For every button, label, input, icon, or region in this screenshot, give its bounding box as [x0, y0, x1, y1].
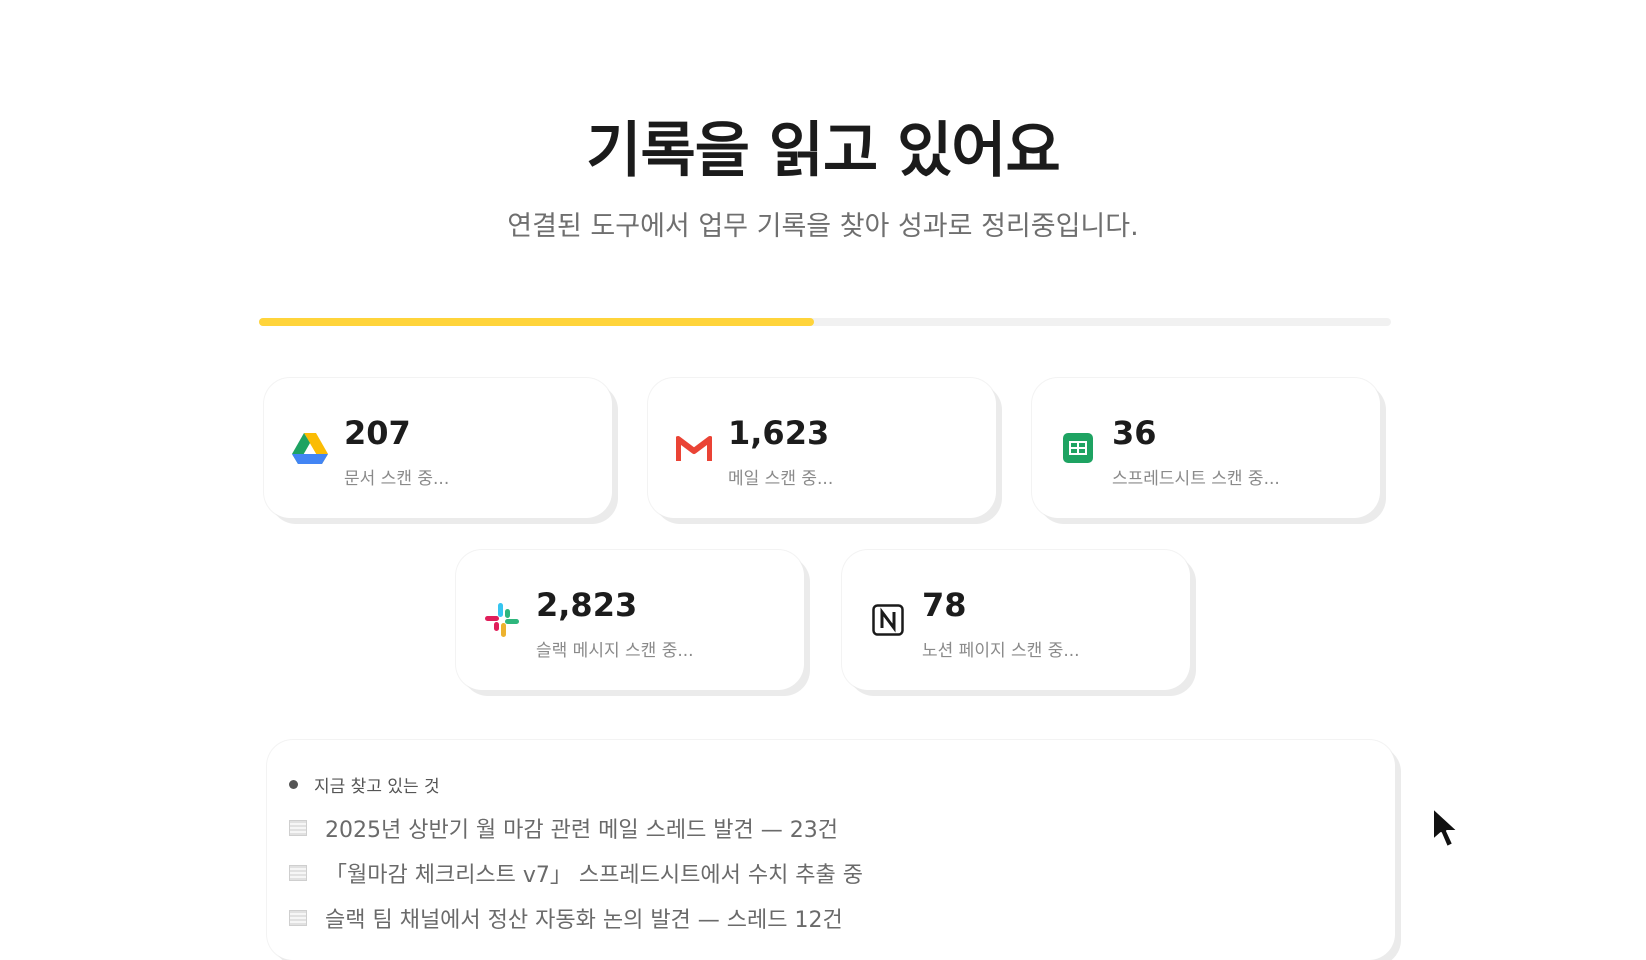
source-card-google-sheets: 36 스프레드시트 스캔 중...: [1032, 378, 1380, 518]
page-title: 기록을 읽고 있어요: [586, 116, 1060, 186]
finding-item: 2025년 상반기 월 마감 관련 메일 스레드 발견 — 23건: [289, 812, 838, 844]
page-subtitle: 연결된 도구에서 업무 기록을 찾아 성과로 정리중입니다.: [507, 211, 1139, 242]
progress-bar: [259, 318, 1391, 326]
source-card-gmail: 1,623 메일 스캔 중...: [648, 378, 996, 518]
source-card-google-drive: 207 문서 스캔 중...: [264, 378, 612, 518]
findings-header: 지금 찾고 있는 것: [289, 772, 440, 797]
gmail-icon: [676, 430, 712, 466]
status-dot-icon: [289, 780, 298, 789]
document-icon: [289, 910, 307, 926]
source-count: 1,623: [728, 414, 830, 452]
finding-item: 「월마감 체크리스트 v7」 스프레드시트에서 수치 추출 중: [289, 857, 863, 889]
source-status: 스프레드시트 스캔 중...: [1112, 469, 1280, 489]
slack-icon: [484, 602, 520, 638]
mouse-cursor-icon: [1431, 806, 1461, 854]
source-count: 2,823: [536, 586, 638, 624]
source-count: 78: [922, 586, 967, 624]
document-icon: [289, 865, 307, 881]
source-card-slack: 2,823 슬랙 메시지 스캔 중...: [456, 550, 804, 690]
google-drive-icon: [292, 430, 328, 466]
finding-text: 「월마감 체크리스트 v7」 스프레드시트에서 수치 추출 중: [325, 863, 864, 888]
source-count: 36: [1112, 414, 1157, 452]
findings-panel: 지금 찾고 있는 것 2025년 상반기 월 마감 관련 메일 스레드 발견 —…: [267, 740, 1395, 960]
findings-header-label: 지금 찾고 있는 것: [314, 777, 440, 797]
source-status: 문서 스캔 중...: [344, 469, 450, 489]
notion-icon: [870, 602, 906, 638]
document-icon: [289, 820, 307, 836]
finding-text: 슬랙 팀 채널에서 정산 자동화 논의 발견 — 스레드 12건: [325, 908, 843, 933]
google-sheets-icon: [1060, 430, 1096, 466]
source-status: 슬랙 메시지 스캔 중...: [536, 641, 694, 661]
source-status: 메일 스캔 중...: [728, 469, 834, 489]
finding-item: 슬랙 팀 채널에서 정산 자동화 논의 발견 — 스레드 12건: [289, 902, 843, 934]
source-status: 노션 페이지 스캔 중...: [922, 641, 1080, 661]
finding-text: 2025년 상반기 월 마감 관련 메일 스레드 발견 — 23건: [325, 818, 839, 843]
source-count: 207: [344, 414, 411, 452]
progress-fill: [259, 318, 814, 326]
source-card-notion: 78 노션 페이지 스캔 중...: [842, 550, 1190, 690]
